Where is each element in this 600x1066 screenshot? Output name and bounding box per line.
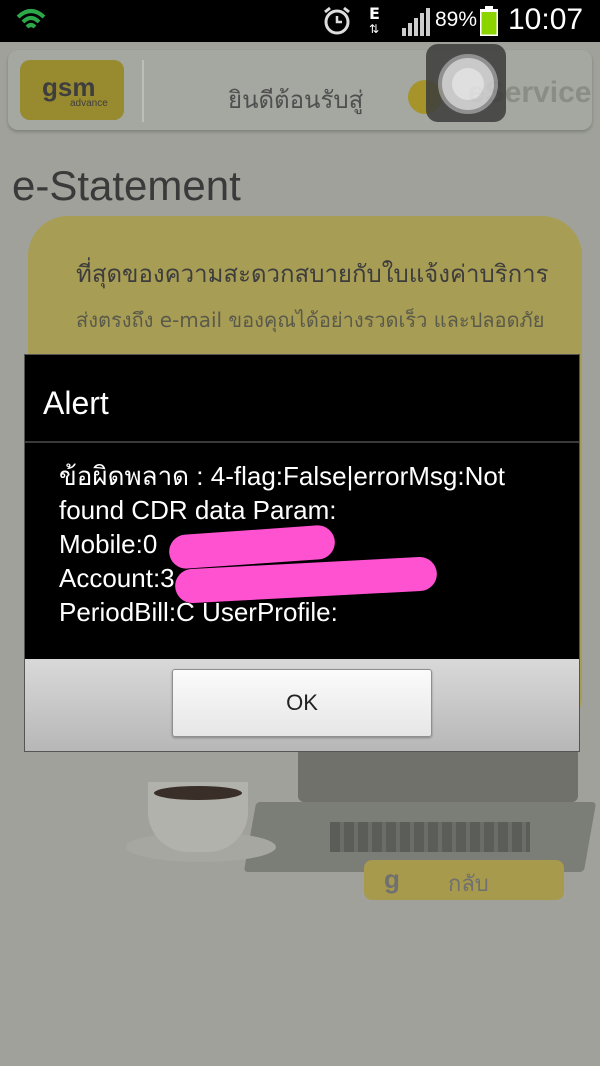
message-line: found CDR data Param: xyxy=(59,495,337,525)
network-type: E ⇅ xyxy=(369,4,380,36)
coffee-cup-illustration xyxy=(126,782,276,872)
header-divider xyxy=(142,60,144,122)
card-text-body: ส่งตรงถึง e-mail ของคุณได้อย่างรวดเร็ว แ… xyxy=(76,308,545,332)
message-line: PeriodBill:C UserProfile: xyxy=(59,597,338,627)
ok-button[interactable]: OK xyxy=(172,669,432,737)
gsm-g-icon: g xyxy=(384,864,400,894)
battery-icon xyxy=(480,6,498,36)
signal-icon xyxy=(402,8,430,36)
dialog-divider xyxy=(25,441,579,443)
message-line: ข้อผิดพลาด : 4-flag:False|errorMsg:Not xyxy=(59,461,506,491)
assistive-touch-icon xyxy=(438,54,498,114)
data-arrows-icon: ⇅ xyxy=(369,22,380,36)
alarm-icon xyxy=(324,6,350,35)
battery-percent: 89% xyxy=(435,8,478,31)
wifi-icon xyxy=(16,9,46,29)
clock: 10:07 xyxy=(508,3,584,36)
alert-dialog: Alert ข้อผิดพลาด : 4-flag:False|errorMsg… xyxy=(24,354,580,752)
dialog-title: Alert xyxy=(43,385,109,421)
back-button[interactable]: g กลับ xyxy=(364,860,564,900)
assistive-touch-button[interactable] xyxy=(426,44,506,122)
page-title: e-Statement xyxy=(12,162,241,209)
gsm-logo: gsm advance xyxy=(20,60,124,120)
dialog-footer: OK xyxy=(25,659,579,751)
status-bar: E ⇅ 89% 10:07 xyxy=(0,0,600,42)
card-text-headline: ที่สุดของความสะดวกสบายกับใบแจ้งค่าบริการ xyxy=(76,260,549,288)
welcome-text: ยินดีต้อนรับสู่ xyxy=(228,86,364,114)
